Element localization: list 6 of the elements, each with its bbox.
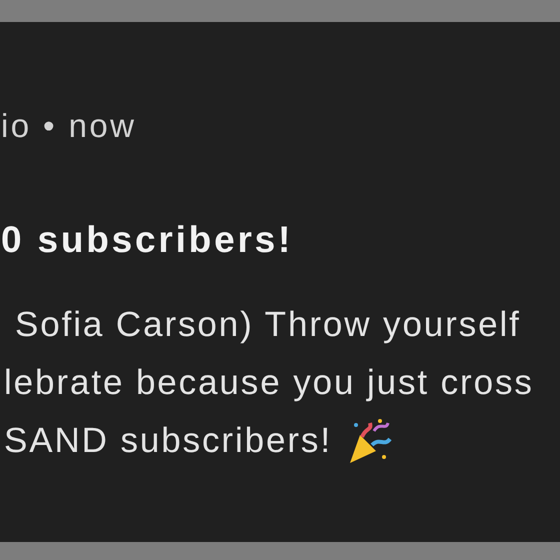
notification-text: lebrate because you just cross xyxy=(4,363,534,403)
notification-title: 0 subscribers! xyxy=(1,218,294,262)
notification-text: SAND subscribers! xyxy=(4,421,332,461)
notification-text: Sofia Carson) Throw yourself xyxy=(15,305,521,345)
party-popper-icon xyxy=(350,419,392,463)
notification-meta: io • now xyxy=(1,106,136,146)
